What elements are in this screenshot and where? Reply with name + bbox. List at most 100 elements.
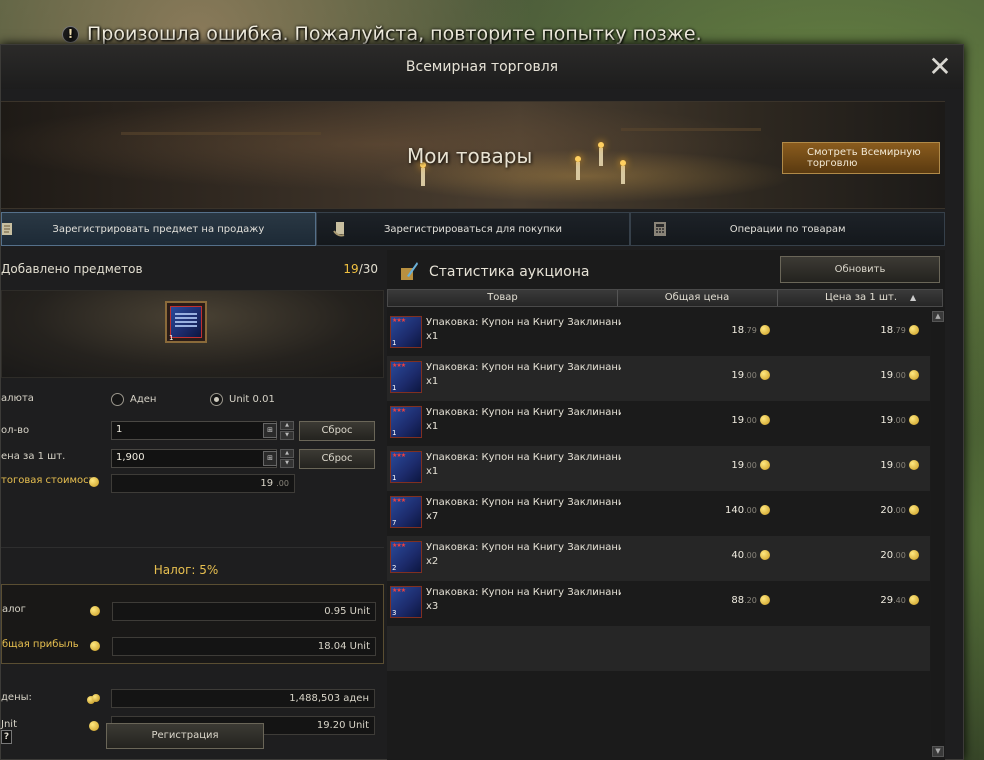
row-item-count: x7	[426, 511, 439, 522]
error-text: Произошла ошибка. Пожалуйста, повторите …	[87, 23, 702, 45]
row-item-title: Упаковка: Купон на Книгу Заклинаний	[426, 362, 621, 373]
total-dec: .00	[276, 479, 289, 488]
tab-label: Зарегистрировать предмет на продажу	[52, 223, 265, 235]
close-icon[interactable]: ✕	[927, 53, 953, 81]
row-qty: 1	[392, 384, 397, 392]
table-row[interactable]: ★★★ 1 Упаковка: Купон на Книгу Заклинаний x…	[387, 401, 930, 446]
candle-decoration	[620, 160, 626, 184]
tax-label: алог	[2, 604, 26, 615]
shelf-decoration	[621, 128, 761, 131]
table-row[interactable]: ★★★ 2 Упаковка: Купон на Книгу Заклинаний x…	[387, 536, 930, 581]
refresh-button[interactable]: Обновить	[780, 256, 940, 283]
row-unit-price: 20.00	[880, 505, 919, 516]
table-row[interactable]: ★★★ 1 Упаковка: Купон на Книгу Заклинаний x…	[387, 446, 930, 491]
row-item-count: x1	[426, 376, 439, 387]
row-unit-int: 19	[880, 460, 894, 471]
spellbook-coupon-icon: ★★★ 1	[390, 451, 422, 483]
row-item-name: Упаковка: Купон на Книгу Заклинаний x7	[426, 496, 621, 524]
calculator-icon	[654, 222, 667, 236]
price-input[interactable]: 1,900	[111, 449, 277, 468]
row-unit-int: 19	[880, 415, 894, 426]
hand-scroll-icon	[332, 222, 344, 237]
row-total-dec: .00	[744, 461, 757, 470]
quantity-input[interactable]: 1	[111, 421, 277, 440]
row-unit-int: 29	[880, 595, 894, 606]
scroll-up-icon[interactable]: ▲	[932, 311, 944, 322]
row-item-name: Упаковка: Купон на Книгу Заклинаний x3	[426, 586, 621, 614]
row-qty: 1	[392, 429, 397, 437]
stepper-up-icon[interactable]: ▲	[280, 449, 294, 458]
row-item-name: Упаковка: Купон на Книгу Заклинаний x2	[426, 541, 621, 569]
table-row[interactable]: ★★★ 1 Упаковка: Купон на Книгу Заклинаний x…	[387, 311, 930, 356]
row-total-int: 88	[731, 595, 745, 606]
row-total-int: 140	[724, 505, 745, 516]
total-int: 19	[260, 478, 274, 489]
tab-bar: Зарегистрировать предмет на продажу Заре…	[1, 212, 946, 246]
view-world-trade-button[interactable]: Смотреть Всемирную торговлю	[782, 142, 940, 174]
unit-coin-icon	[90, 641, 100, 651]
spellbook-coupon-icon: ★★★ 1	[390, 361, 422, 393]
unit-coin-icon	[909, 325, 919, 335]
price-reset-button[interactable]: Сброс	[299, 449, 375, 469]
title-bar[interactable]: Всемирная торговля	[1, 45, 963, 89]
stepper-down-icon[interactable]: ▼	[280, 431, 294, 440]
sort-ascending-icon[interactable]: ▲	[910, 293, 920, 303]
scroll-icon	[2, 223, 12, 235]
column-header-item[interactable]: Товар	[388, 292, 617, 303]
price-stepper[interactable]: ▲ ▼	[280, 449, 294, 468]
banner: Мои товары Смотреть Всемирную торговлю	[1, 101, 945, 209]
row-unit-price: 29.40	[880, 595, 919, 606]
tab-label: Операции по товарам	[729, 223, 846, 235]
row-item-title: Упаковка: Купон на Книгу Заклинаний	[426, 317, 621, 328]
column-header-total[interactable]: Общая цена	[617, 292, 777, 303]
unit-coin-icon	[909, 370, 919, 380]
unit-coin-icon	[909, 550, 919, 560]
help-icon[interactable]: ?	[1, 730, 12, 744]
scroll-down-icon[interactable]: ▼	[932, 746, 944, 757]
stepper-up-icon[interactable]: ▲	[280, 421, 294, 430]
unit-coin-icon	[909, 505, 919, 515]
quantity-stepper[interactable]: ▲ ▼	[280, 421, 294, 440]
row-unit-dec: .00	[893, 506, 906, 515]
item-slot[interactable]: 1	[165, 301, 207, 343]
candle-decoration	[575, 156, 581, 180]
row-unit-int: 19	[880, 370, 894, 381]
grade-stars: ★★★	[392, 542, 406, 549]
unit-coin-icon	[90, 606, 100, 616]
spellbook-coupon-icon: ★★★ 3	[390, 586, 422, 618]
row-total-dec: .20	[744, 596, 757, 605]
slot-qty: 1	[169, 334, 174, 342]
grade-stars: ★★★	[392, 452, 406, 459]
tax-title: Налог: 5%	[153, 563, 219, 577]
adena-balance: 1,488,503 аден	[111, 689, 375, 708]
row-item-title: Упаковка: Купон на Книгу Заклинаний	[426, 497, 621, 508]
table-row[interactable]: ★★★ 7 Упаковка: Купон на Книгу Заклинаний x…	[387, 491, 930, 536]
row-total-price: 140.00	[725, 505, 770, 516]
row-unit-price: 20.00	[880, 550, 919, 561]
scrollbar[interactable]: ▲ ▼	[931, 307, 945, 760]
adena-coins-icon	[87, 694, 101, 704]
auction-stats-panel: Статистика аукциона Обновить Товар Общая…	[387, 250, 945, 760]
calculator-icon[interactable]: ⊞	[263, 451, 277, 466]
table-row[interactable]: ★★★ 3 Упаковка: Купон на Книгу Заклинаний x…	[387, 581, 930, 626]
world-trade-window: Всемирная торговля ✕ Мои товары Смотреть…	[0, 44, 964, 760]
stepper-down-icon[interactable]: ▼	[280, 459, 294, 468]
grade-stars: ★★★	[392, 407, 406, 414]
row-total-price: 88.20	[731, 595, 770, 606]
currency-row: алюта Аден Unit 0.01	[1, 390, 384, 410]
grade-stars: ★★★	[392, 317, 406, 324]
register-button[interactable]: Регистрация	[106, 723, 264, 749]
quantity-label: ол-во	[1, 425, 30, 436]
currency-radio-unit[interactable]: Unit 0.01	[210, 393, 275, 406]
table-row[interactable]: ★★★ 1 Упаковка: Купон на Книгу Заклинаний x…	[387, 356, 930, 401]
quantity-reset-button[interactable]: Сброс	[299, 421, 375, 441]
calculator-icon[interactable]: ⊞	[263, 423, 277, 438]
currency-radio-adena[interactable]: Аден	[111, 393, 156, 406]
unit-coin-icon	[760, 550, 770, 560]
row-item-name: Упаковка: Купон на Книгу Заклинаний x1	[426, 406, 621, 434]
grade-stars: ★★★	[392, 497, 406, 504]
tab-item-operations[interactable]: Операции по товарам	[630, 212, 946, 246]
items-added-current: 19	[343, 262, 359, 276]
tab-register-purchase[interactable]: Зарегистрироваться для покупки	[315, 212, 631, 246]
tab-register-sale[interactable]: Зарегистрировать предмет на продажу	[1, 212, 316, 246]
